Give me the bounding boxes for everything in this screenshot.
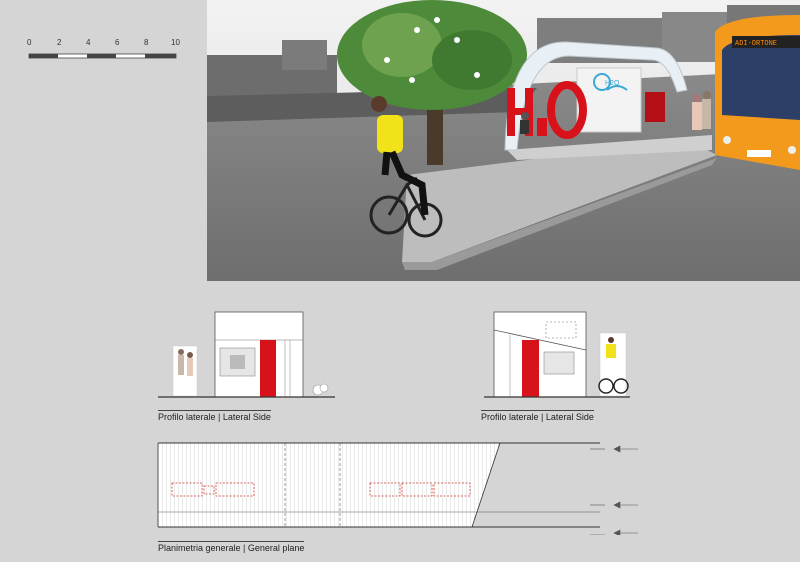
general-plan xyxy=(150,435,650,537)
scale-bar-graphic xyxy=(28,53,177,59)
render-photo: H2O ADI-ORTONE xyxy=(207,0,800,281)
plan-arrows xyxy=(590,445,638,537)
bus-destination-display: ADI-ORTONE xyxy=(735,40,777,48)
elevation-right xyxy=(480,300,640,405)
red-panel-left xyxy=(260,340,276,397)
side-left-label: Profilo laterale | Lateral Side xyxy=(158,410,271,422)
elevation-left xyxy=(150,300,340,405)
scale-tick-4: 4 xyxy=(86,38,91,47)
scale-tick-0: 0 xyxy=(27,38,32,47)
red-panel-right xyxy=(522,340,539,397)
scale-bar: 0 2 4 6 8 10 xyxy=(26,38,182,64)
scale-tick-10: 10 xyxy=(171,38,180,47)
scale-tick-2: 2 xyxy=(57,38,62,47)
plan-label: Planimetria generale | General plane xyxy=(158,541,305,553)
scale-tick-8: 8 xyxy=(144,38,149,47)
scale-tick-6: 6 xyxy=(115,38,120,47)
shelter-logo: H2O xyxy=(605,80,620,87)
side-right-label: Profilo laterale | Lateral Side xyxy=(481,410,594,422)
bus: ADI-ORTONE xyxy=(715,15,800,170)
